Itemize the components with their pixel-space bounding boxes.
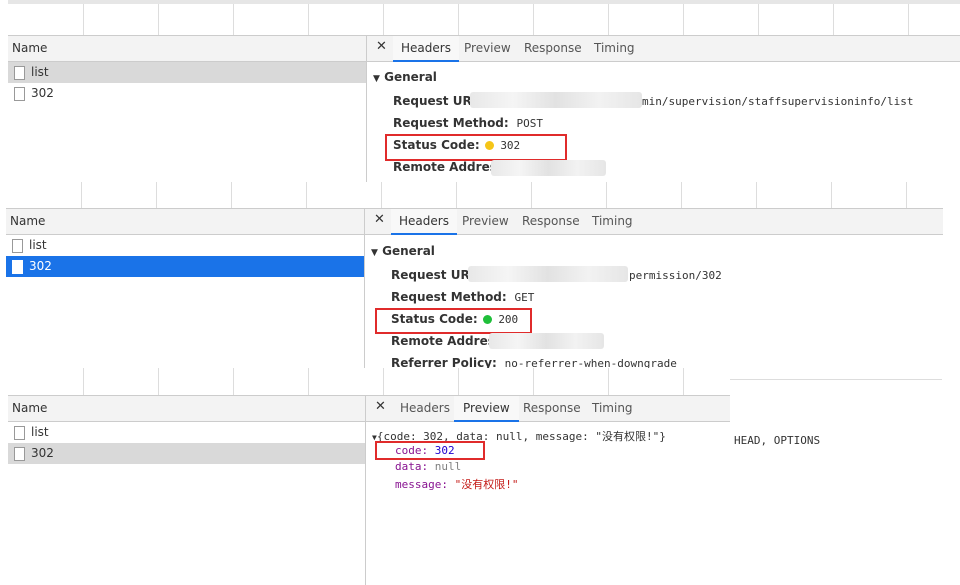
close-icon[interactable]: ✕ (374, 212, 385, 227)
close-icon[interactable]: ✕ (376, 39, 387, 54)
tab-response[interactable]: Response (524, 36, 582, 60)
referrer-policy-value: no-referrer-when-downgrade (504, 357, 677, 368)
divider-line (730, 379, 942, 380)
tab-headers[interactable]: Headers (400, 396, 450, 420)
request-method-label: Request Method: (393, 116, 509, 130)
request-row-list[interactable]: list (8, 62, 366, 83)
file-icon (12, 239, 23, 253)
request-name: list (29, 238, 47, 252)
file-icon (14, 87, 25, 101)
name-header-label: Name (10, 214, 46, 228)
name-header-label: Name (12, 401, 48, 415)
request-method-row: Request Method: GET (391, 290, 534, 304)
request-method-row: Request Method: POST (393, 116, 543, 130)
request-method-value: GET (514, 291, 535, 304)
json-value-data: null (434, 460, 462, 473)
request-row-list[interactable]: list (8, 422, 365, 443)
name-column-header[interactable]: Name (8, 35, 366, 62)
name-header-label: Name (12, 41, 48, 55)
tab-timing[interactable]: Timing (592, 396, 633, 420)
redacted-address (491, 160, 606, 176)
request-list: Name list 302 (8, 395, 366, 585)
json-message-row: message: "没有权限!" (395, 476, 518, 492)
tab-headers[interactable]: Headers (393, 36, 459, 62)
background-methods-text: HEAD, OPTIONS (734, 434, 821, 447)
devtools-pane-2: Name list 302 ✕ Headers Preview Response… (0, 182, 943, 368)
tab-response[interactable]: Response (523, 396, 581, 420)
general-section-toggle[interactable]: ▼ General (373, 70, 437, 84)
tab-preview[interactable]: Preview (464, 36, 511, 60)
timeline-overview (8, 368, 730, 395)
json-key-data: data: (395, 460, 429, 473)
request-list: Name list 302 (8, 35, 367, 182)
json-key-message: message: (395, 478, 448, 491)
code-highlight-box (375, 441, 485, 460)
request-row-list[interactable]: list (6, 235, 364, 256)
request-row-302[interactable]: 302 (6, 256, 364, 277)
request-row-302[interactable]: 302 (8, 83, 366, 104)
devtools-pane-3: Name list 302 ✕ Headers Preview Response… (0, 368, 730, 585)
details-panel: ✕ Headers Preview Response Timing ▼ Gene… (365, 208, 943, 368)
general-section-toggle[interactable]: ▼ General (371, 244, 435, 258)
json-value-message: "没有权限!" (454, 478, 519, 491)
tab-timing[interactable]: Timing (592, 209, 633, 233)
tab-headers[interactable]: Headers (391, 209, 457, 235)
file-icon (14, 66, 25, 80)
request-method-label: Request Method: (391, 290, 507, 304)
details-panel: ✕ Headers Preview Response Timing ▼ Gene… (367, 35, 960, 182)
timeline-overview (8, 0, 960, 39)
timeline-overview (6, 182, 943, 208)
request-list: Name list 302 (6, 208, 365, 368)
devtools-pane-1: Name list 302 ✕ Headers Preview Response… (0, 0, 960, 182)
details-tabbar: ✕ Headers Preview Response Timing (365, 208, 943, 235)
tab-preview[interactable]: Preview (462, 209, 509, 233)
general-section-title: General (382, 244, 435, 258)
details-tabbar: ✕ Headers Preview Response Timing (367, 35, 960, 62)
status-highlight-box (385, 134, 567, 161)
redacted-host (468, 266, 628, 282)
triangle-down-icon: ▼ (373, 74, 380, 84)
name-column-header[interactable]: Name (6, 208, 364, 235)
name-column-header[interactable]: Name (8, 395, 365, 422)
status-highlight-box (375, 308, 532, 334)
request-url-value: permission/302 (629, 269, 722, 282)
tab-preview[interactable]: Preview (454, 396, 519, 422)
referrer-policy-label: Referrer Policy: (391, 356, 497, 368)
redacted-host (470, 92, 642, 108)
request-name: 302 (31, 446, 54, 460)
details-tabbar: ✕ Headers Preview Response Timing (366, 395, 730, 422)
details-panel: ✕ Headers Preview Response Timing ▼{code… (366, 395, 730, 585)
json-data-row: data: null (395, 460, 461, 473)
file-icon (12, 260, 23, 274)
request-method-value: POST (516, 117, 544, 130)
tab-response[interactable]: Response (522, 209, 580, 233)
tab-timing[interactable]: Timing (594, 36, 635, 60)
file-icon (14, 426, 25, 440)
request-name: 302 (31, 86, 54, 100)
triangle-down-icon: ▼ (371, 248, 378, 258)
close-icon[interactable]: ✕ (375, 399, 386, 414)
request-row-302[interactable]: 302 (8, 443, 365, 464)
file-icon (14, 447, 25, 461)
referrer-policy-row: Referrer Policy: no-referrer-when-downgr… (391, 356, 677, 368)
request-url-value: min/supervision/staffsupervisioninfo/lis… (642, 95, 914, 108)
redacted-address (489, 333, 604, 349)
request-name: 302 (29, 259, 52, 273)
general-section-title: General (384, 70, 437, 84)
request-name: list (31, 65, 49, 79)
request-name: list (31, 425, 49, 439)
